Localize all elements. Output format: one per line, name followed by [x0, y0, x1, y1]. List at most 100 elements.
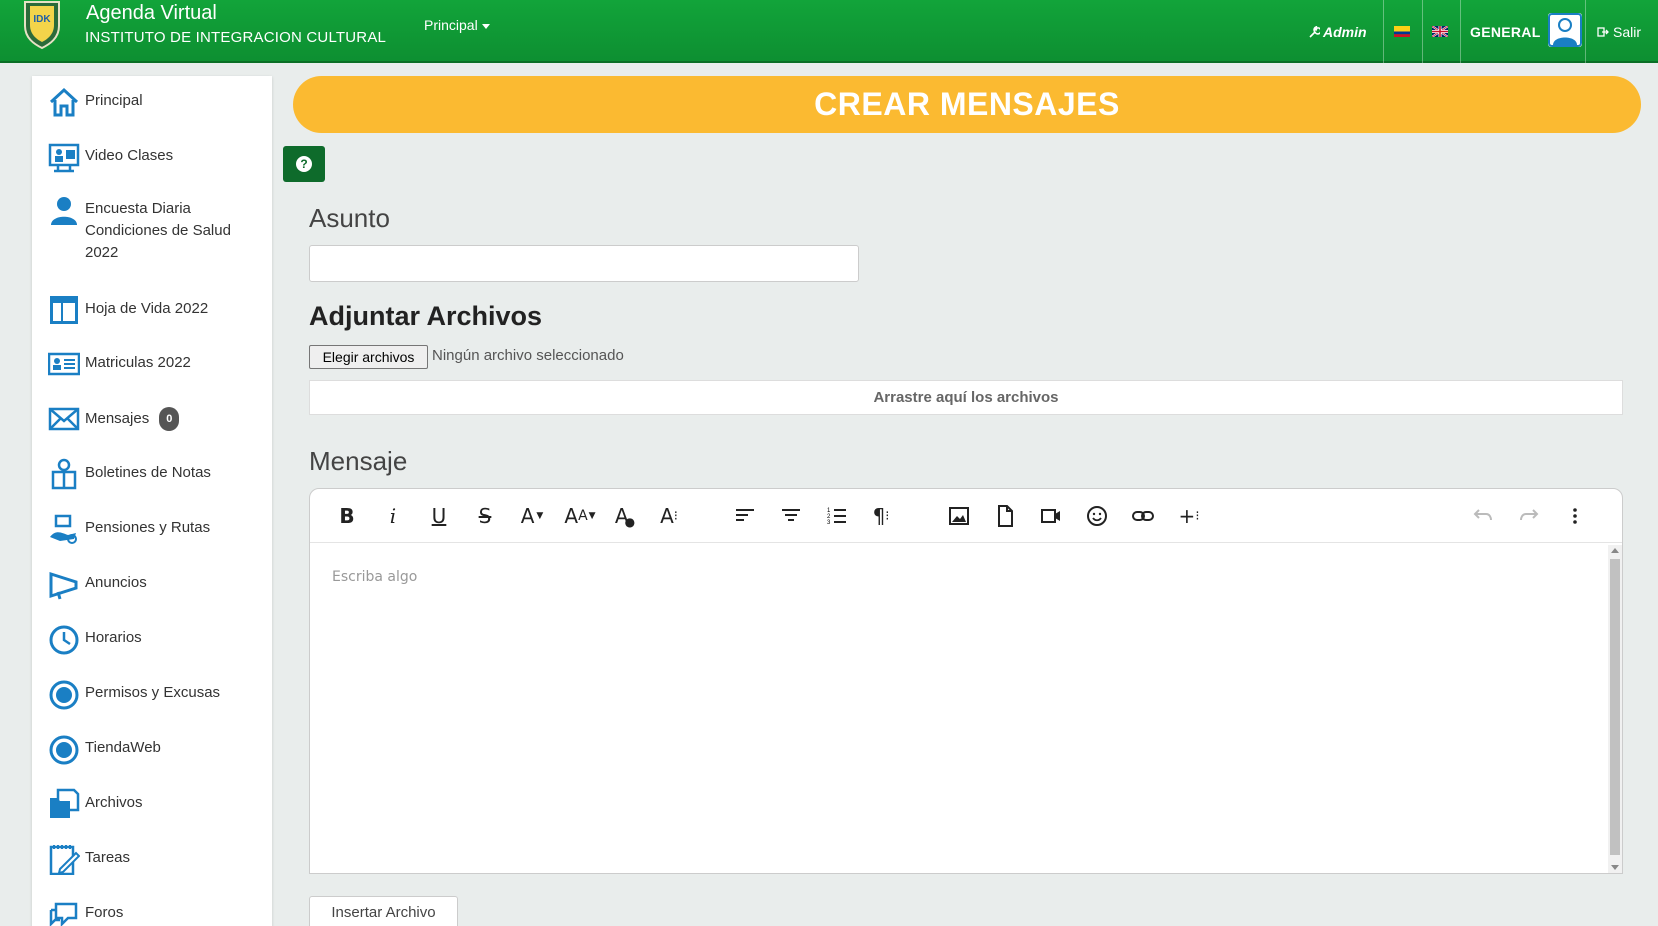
insert-file-button[interactable]: Insertar Archivo: [309, 896, 458, 926]
user-avatar-icon[interactable]: [1548, 13, 1582, 47]
sidebar-item-archivos[interactable]: Archivos: [48, 788, 260, 820]
file-dropzone[interactable]: Arrastre aquí los archivos: [309, 380, 1623, 415]
school-logo[interactable]: IDK: [22, 0, 62, 50]
strikethrough-icon[interactable]: S: [470, 501, 500, 531]
top-navbar: IDK Agenda Virtual INSTITUTO DE INTEGRAC…: [0, 0, 1658, 63]
italic-icon[interactable]: i: [378, 501, 408, 531]
sidebar-item-label: Hoja de Vida 2022: [85, 300, 209, 317]
principal-dropdown[interactable]: Principal: [424, 17, 490, 33]
report-icon: [51, 458, 77, 490]
sidebar-item-label: Video Clases: [85, 147, 174, 164]
language-en-button[interactable]: [1432, 0, 1448, 63]
navbar-divider: [1460, 0, 1461, 63]
help-button[interactable]: ?: [283, 146, 325, 182]
paragraph-format-icon[interactable]: ¶ ⁝: [866, 501, 896, 531]
more-options-icon[interactable]: [1560, 501, 1590, 531]
institution-name: INSTITUTO DE INTEGRACION CULTURAL: [85, 29, 387, 46]
more-insert-icon[interactable]: + ⁝: [1174, 501, 1204, 531]
sidebar: Principal Video Clases Encuesta Diaria C…: [32, 76, 272, 926]
logout-link[interactable]: Salir: [1597, 0, 1641, 63]
sidebar-item-label: Mensajes: [85, 409, 150, 427]
editor-toolbar: B i U S A ▼ A A ▼ A ● A ⁝ 123 ¶ ⁝ + ⁝: [310, 489, 1622, 543]
sidebar-item-label: Tareas: [85, 849, 131, 866]
text-style-icon[interactable]: A ⁝: [654, 501, 684, 531]
layout-icon: [50, 296, 78, 324]
sidebar-item-label: Foros: [85, 904, 124, 921]
task-icon: [49, 845, 80, 875]
sidebar-item-mensajes[interactable]: Mensajes 0: [48, 403, 260, 435]
page-title-banner: CREAR MENSAJES: [293, 76, 1641, 133]
circle-dot-icon: [49, 735, 79, 765]
logo-text: IDK: [33, 14, 51, 25]
sidebar-item-foros[interactable]: Foros: [48, 898, 260, 926]
sidebar-item-principal[interactable]: Principal: [48, 86, 260, 118]
circle-dot-icon: [49, 680, 79, 710]
sidebar-item-label: Boletines de Notas: [85, 464, 211, 481]
sidebar-item-label: Archivos: [85, 794, 143, 811]
navbar-divider: [1422, 0, 1423, 63]
sidebar-item-anuncios[interactable]: Anuncios: [48, 568, 260, 600]
admin-label: Admin: [1323, 23, 1367, 40]
scrollbar-thumb[interactable]: [1610, 559, 1620, 855]
sidebar-item-permisos[interactable]: Permisos y Excusas: [48, 678, 260, 710]
caret-down-icon: [481, 23, 490, 29]
sidebar-item-tiendaweb[interactable]: TiendaWeb: [48, 733, 260, 765]
logout-label: Salir: [1613, 23, 1642, 40]
font-family-icon[interactable]: A ▼: [514, 501, 550, 531]
redo-icon[interactable]: [1514, 501, 1544, 531]
envelope-icon: [48, 407, 80, 431]
rich-text-editor: B i U S A ▼ A A ▼ A ● A ⁝ 123 ¶ ⁝ + ⁝ Es…: [309, 488, 1623, 874]
home-icon: [49, 87, 79, 117]
question-icon: ?: [296, 156, 312, 172]
clock-icon: [49, 625, 79, 655]
no-file-selected-text: Ningún archivo seleccionado: [432, 347, 624, 364]
insert-link-icon[interactable]: [1128, 501, 1158, 531]
underline-icon[interactable]: U: [424, 501, 454, 531]
sidebar-item-encuesta[interactable]: Encuesta Diaria Condiciones de Salud 202…: [48, 194, 260, 264]
sidebar-item-hoja-de-vida[interactable]: Hoja de Vida 2022: [48, 294, 260, 326]
folders-icon: [50, 788, 80, 818]
chat-icon: [49, 902, 78, 926]
font-size-icon[interactable]: A A ▼: [560, 501, 600, 531]
text-color-icon[interactable]: A ●: [610, 501, 640, 531]
sidebar-item-tareas[interactable]: Tareas: [48, 843, 260, 875]
sidebar-item-video-clases[interactable]: Video Clases: [48, 141, 260, 173]
logout-icon: [1597, 26, 1609, 37]
insert-file-icon[interactable]: [990, 501, 1020, 531]
insert-video-icon[interactable]: [1036, 501, 1066, 531]
editor-scrollbar[interactable]: [1608, 545, 1622, 873]
attach-files-heading: Adjuntar Archivos: [309, 301, 543, 331]
sidebar-item-label: Horarios: [85, 629, 142, 646]
sidebar-item-label: Permisos y Excusas: [85, 684, 221, 701]
unread-count-badge: 0: [159, 407, 180, 431]
ordered-list-icon[interactable]: 123: [822, 501, 852, 531]
language-es-button[interactable]: [1394, 0, 1410, 63]
scroll-up-icon[interactable]: [1611, 548, 1619, 553]
colombia-flag-icon: [1394, 26, 1410, 37]
megaphone-icon: [49, 571, 78, 600]
insert-image-icon[interactable]: [944, 501, 974, 531]
admin-link[interactable]: Admin: [1308, 0, 1367, 63]
id-card-icon: [48, 352, 80, 376]
person-icon: [51, 197, 77, 225]
sidebar-item-label: Anuncios: [85, 574, 147, 591]
sidebar-item-pensiones[interactable]: Pensiones y Rutas: [48, 513, 260, 545]
emoji-icon[interactable]: [1082, 501, 1112, 531]
undo-icon[interactable]: [1468, 501, 1498, 531]
subject-label: Asunto: [309, 203, 390, 233]
subject-input[interactable]: [309, 245, 859, 282]
editor-placeholder[interactable]: Escriba algo: [332, 569, 417, 585]
align-center-icon[interactable]: [776, 501, 806, 531]
align-left-icon[interactable]: [730, 501, 760, 531]
sidebar-item-boletines[interactable]: Boletines de Notas: [48, 458, 260, 490]
choose-files-button[interactable]: Elegir archivos: [309, 345, 428, 369]
sidebar-item-horarios[interactable]: Horarios: [48, 623, 260, 655]
video-class-icon: [48, 143, 80, 173]
bold-icon[interactable]: B: [332, 501, 362, 531]
uk-flag-icon: [1432, 26, 1448, 37]
navbar-divider: [1383, 0, 1384, 63]
sidebar-item-matriculas[interactable]: Matriculas 2022: [48, 348, 260, 380]
user-name[interactable]: GENERAL: [1470, 0, 1541, 63]
sidebar-item-label: TiendaWeb: [85, 739, 161, 756]
scroll-down-icon[interactable]: [1611, 865, 1619, 870]
